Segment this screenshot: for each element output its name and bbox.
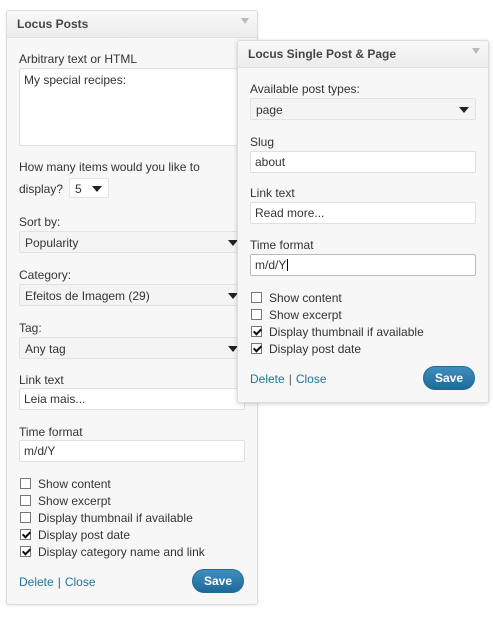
time-format-label: Time format [250, 238, 314, 252]
widget-title: Locus Posts [17, 17, 89, 31]
slug-input[interactable]: about [250, 151, 476, 173]
show-content-checkbox[interactable] [251, 292, 262, 303]
widget-header[interactable]: Locus Single Post & Page [238, 41, 488, 68]
widget-title: Locus Single Post & Page [248, 47, 397, 61]
display-thumbnail-label: Display thumbnail if available [38, 511, 193, 525]
display-category-label: Display category name and link [38, 545, 205, 559]
link-text-value: Read more... [255, 206, 325, 220]
close-link[interactable]: Close [296, 372, 327, 386]
time-format-input[interactable]: m/d/Y [19, 440, 245, 462]
items-count-label: How many items would you like to [19, 160, 200, 174]
save-button[interactable]: Save [192, 569, 244, 593]
link-text-label: Link text [19, 373, 64, 387]
widget-header[interactable]: Locus Posts [7, 11, 257, 38]
link-text-input[interactable]: Leia mais... [19, 388, 245, 410]
display-thumbnail-checkbox[interactable] [251, 326, 262, 337]
dropdown-arrow-icon [459, 107, 469, 113]
action-separator: | [288, 372, 292, 386]
tag-value: Any tag [25, 342, 66, 356]
locus-single-widget: Locus Single Post & Page Available post … [237, 40, 489, 403]
display-post-date-checkbox[interactable] [20, 529, 31, 540]
show-excerpt-label: Show excerpt [269, 308, 342, 322]
delete-link[interactable]: Delete [250, 372, 285, 386]
sort-select[interactable]: Popularity [19, 231, 245, 253]
items-count-label-line2: display? [19, 182, 64, 196]
post-types-label: Available post types: [250, 82, 360, 96]
widget-actions: Delete | Close [250, 372, 327, 386]
show-excerpt-checkbox[interactable] [20, 495, 31, 506]
display-post-date-label: Display post date [38, 528, 131, 542]
post-types-select[interactable]: page [250, 98, 476, 120]
items-count-select[interactable]: 5 [69, 178, 109, 198]
display-thumbnail-checkbox[interactable] [20, 512, 31, 523]
tag-select[interactable]: Any tag [19, 337, 245, 359]
post-types-value: page [256, 103, 283, 117]
time-format-input[interactable]: m/d/Y [250, 254, 476, 276]
delete-link[interactable]: Delete [19, 575, 54, 589]
category-label: Category: [19, 268, 72, 282]
save-button[interactable]: Save [423, 366, 475, 390]
items-count-value: 5 [75, 182, 82, 196]
show-excerpt-label: Show excerpt [38, 494, 111, 508]
show-excerpt-checkbox[interactable] [251, 309, 262, 320]
text-label: Arbitrary text or HTML [19, 52, 138, 66]
link-text-label: Link text [250, 186, 295, 200]
close-link[interactable]: Close [65, 575, 96, 589]
show-content-label: Show content [38, 477, 111, 491]
locus-posts-widget: Locus Posts Arbitrary text or HTML My sp… [6, 10, 258, 605]
collapse-arrow-icon[interactable] [472, 48, 480, 54]
slug-label: Slug [250, 135, 275, 149]
link-text-value: Leia mais... [24, 392, 86, 406]
action-separator: | [57, 575, 61, 589]
collapse-arrow-icon[interactable] [241, 18, 249, 24]
category-value: Efeitos de Imagem (29) [25, 289, 150, 303]
display-category-checkbox[interactable] [20, 546, 31, 557]
sort-value: Popularity [25, 236, 79, 250]
link-text-input[interactable]: Read more... [250, 202, 476, 224]
text-cursor [287, 259, 289, 271]
show-content-checkbox[interactable] [20, 478, 31, 489]
category-select[interactable]: Efeitos de Imagem (29) [19, 284, 245, 306]
sort-label: Sort by: [19, 215, 61, 229]
display-thumbnail-label: Display thumbnail if available [269, 325, 424, 339]
dropdown-arrow-icon [92, 186, 102, 192]
show-content-label: Show content [269, 291, 342, 305]
time-format-value: m/d/Y [24, 444, 56, 458]
time-format-label: Time format [19, 425, 83, 439]
display-post-date-label: Display post date [269, 342, 362, 356]
display-post-date-checkbox[interactable] [251, 343, 262, 354]
time-format-value: m/d/Y [255, 258, 287, 272]
slug-value: about [255, 155, 286, 169]
widget-actions: Delete | Close [19, 575, 96, 589]
text-value: My special recipes: [24, 73, 127, 87]
tag-label: Tag: [19, 321, 42, 335]
text-textarea[interactable]: My special recipes: [19, 68, 245, 146]
